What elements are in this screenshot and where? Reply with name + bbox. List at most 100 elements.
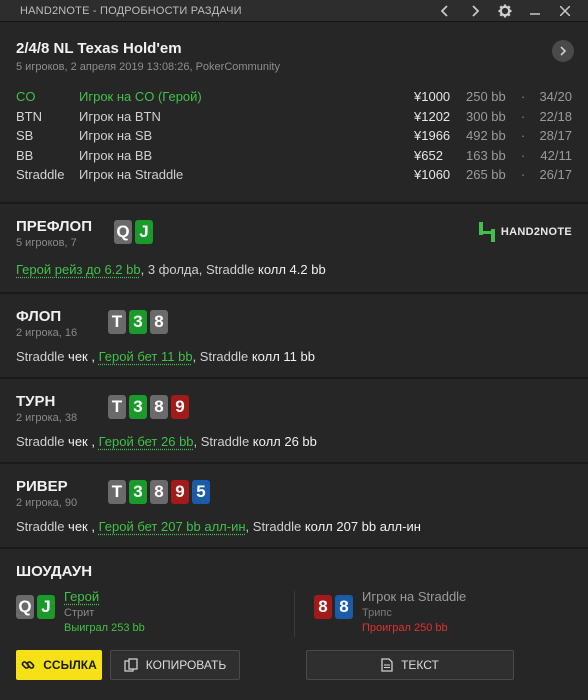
hero-action-link[interactable]: Герой бет 26 bb (99, 434, 194, 449)
playing-card: 3 (129, 310, 147, 334)
playing-card: Q (114, 220, 132, 244)
hand2note-logo: HAND2NOTE (478, 222, 572, 242)
player-position: SB (16, 128, 34, 144)
player-stack-bb: 163 bb (466, 147, 506, 163)
chevron-right-icon (560, 46, 567, 56)
board-cards: T3895 (108, 480, 210, 504)
street-subtitle: 2 игрока, 16 (16, 327, 78, 339)
next-hand-button[interactable] (460, 0, 490, 22)
villain-cards: 88 (314, 595, 353, 619)
street-flop: ФЛОП 2 игрока, 16 T38 Straddle чек , Гер… (0, 294, 588, 377)
player-row: Straddle Игрок на Straddle ¥1060 265 bb · 26/… (16, 165, 572, 185)
villain-hand-rank: Трипс (362, 607, 392, 619)
hero-action-link[interactable]: Герой рейз до 6.2 bb (16, 262, 141, 277)
hand-header: 2/4/8 NL Texas Hold'em 5 игроков, 2 апре… (0, 22, 588, 202)
game-title: 2/4/8 NL Texas Hold'em (16, 40, 182, 57)
minimize-icon (530, 12, 540, 15)
player-stack-bb: 300 bb (466, 108, 506, 124)
player-stack-bb: 250 bb (466, 89, 506, 105)
next-arrow-button[interactable] (552, 40, 574, 62)
player-stack-bb: 265 bb (466, 167, 506, 183)
playing-card: J (135, 220, 153, 244)
playing-card: 8 (150, 310, 168, 334)
chevron-right-icon (472, 4, 480, 17)
copy-icon (124, 658, 138, 672)
logo-mark-icon (478, 222, 495, 242)
street-name: ФЛОП (16, 308, 62, 325)
close-button[interactable] (550, 0, 580, 22)
text-button-label: ТЕКСТ (401, 658, 439, 672)
gear-icon (498, 4, 512, 17)
player-stats: 34/20 (539, 89, 572, 105)
player-stack: ¥1202 (414, 108, 451, 124)
player-position: CO (16, 89, 36, 105)
window-title: HAND2NOTE - ПОДРОБНОСТИ РАЗДАЧИ (20, 4, 242, 17)
hero-cards: QJ (16, 595, 55, 619)
player-name[interactable]: Игрок на BB (79, 148, 414, 163)
player-name[interactable]: Игрок на Straddle (79, 167, 414, 182)
player-row: BB Игрок на BB ¥652 163 bb · 42/11 (16, 146, 572, 166)
settings-button[interactable] (490, 0, 520, 22)
hero-name-link[interactable]: Герой (64, 589, 145, 604)
playing-card: 8 (335, 595, 353, 619)
link-button[interactable]: ССЫЛКА (16, 650, 102, 680)
playing-card: 5 (192, 480, 210, 504)
prev-hand-button[interactable] (430, 0, 460, 22)
playing-card: 9 (171, 480, 189, 504)
board-cards: T389 (108, 395, 189, 419)
villain-name: Игрок на Straddle (362, 589, 467, 604)
hero-action-link[interactable]: Герой бет 11 bb (99, 349, 193, 364)
board-cards: QJ (114, 220, 153, 244)
street-name: ТУРН (16, 393, 56, 410)
player-position: BTN (16, 108, 42, 124)
turn-action: Straddle чек , Герой бет 26 bb, Straddle… (16, 434, 317, 449)
playing-card: T (108, 395, 126, 419)
player-name[interactable]: Игрок на BTN (79, 109, 414, 124)
flop-action: Straddle чек , Герой бет 11 bb, Straddle… (16, 349, 315, 364)
playing-card: 8 (150, 480, 168, 504)
player-row: CO Игрок на CO (Герой) ¥1000 250 bb · 34/20 (16, 87, 572, 107)
street-name: РИВЕР (16, 478, 68, 495)
playing-card: 9 (171, 395, 189, 419)
hero-action-link[interactable]: Герой бет 207 bb алл-ин (99, 519, 246, 534)
player-stack: ¥1060 (414, 167, 451, 183)
player-stats: 26/17 (539, 167, 572, 183)
separator-dot: · (520, 108, 526, 124)
chevron-left-icon (440, 4, 448, 17)
showdown-title: ШОУДАУН (16, 563, 93, 580)
street-subtitle: 2 игрока, 38 (16, 412, 78, 424)
player-stats: 28/17 (539, 128, 572, 144)
showdown-divider (294, 591, 295, 637)
player-stack: ¥652 (414, 147, 443, 163)
villain-result: Проиграл 250 bb (362, 622, 448, 634)
players-list: CO Игрок на CO (Герой) ¥1000 250 bb · 34/20 BT… (16, 87, 572, 185)
minimize-button[interactable] (520, 0, 550, 22)
hero-showdown-info: Герой Стрит Выиграл 253 bb (64, 589, 145, 634)
logo-text: HAND2NOTE (500, 226, 572, 238)
street-river: РИВЕР 2 игрока, 90 T3895 Straddle чек , … (0, 464, 588, 547)
game-subtitle: 5 игроков, 2 апреля 2019 13:08:26, Poker… (16, 61, 280, 73)
street-preflop: ПРЕФЛОП 5 игроков, 7 QJ HAND2NOTE Герой … (0, 204, 588, 292)
copy-button-label: КОПИРОВАТЬ (145, 658, 227, 672)
board-cards: T38 (108, 310, 168, 334)
link-button-label: ССЫЛКА (43, 658, 97, 672)
player-stats: 42/11 (540, 147, 572, 163)
player-row: BTN Игрок на BTN ¥1202 300 bb · 22/18 (16, 107, 572, 127)
text-button[interactable]: ТЕКСТ (306, 650, 514, 680)
player-position: BB (16, 147, 34, 163)
separator-dot: · (520, 89, 526, 105)
player-name[interactable]: Игрок на CO (Герой) (79, 89, 414, 104)
hero-hand-rank: Стрит (64, 607, 95, 619)
copy-button[interactable]: КОПИРОВАТЬ (110, 650, 240, 680)
title-bar: HAND2NOTE - ПОДРОБНОСТИ РАЗДАЧИ (0, 0, 588, 22)
street-subtitle: 2 игрока, 90 (16, 497, 78, 509)
player-stack-bb: 492 bb (466, 128, 506, 144)
separator-dot: · (520, 147, 526, 163)
player-stack: ¥1966 (414, 128, 451, 144)
player-name[interactable]: Игрок на SB (79, 128, 414, 143)
playing-card: T (108, 480, 126, 504)
player-stats: 22/18 (539, 108, 572, 124)
playing-card: 8 (150, 395, 168, 419)
villain-showdown-info: Игрок на Straddle Трипс Проиграл 250 bb (362, 589, 466, 634)
separator-dot: · (520, 167, 526, 183)
